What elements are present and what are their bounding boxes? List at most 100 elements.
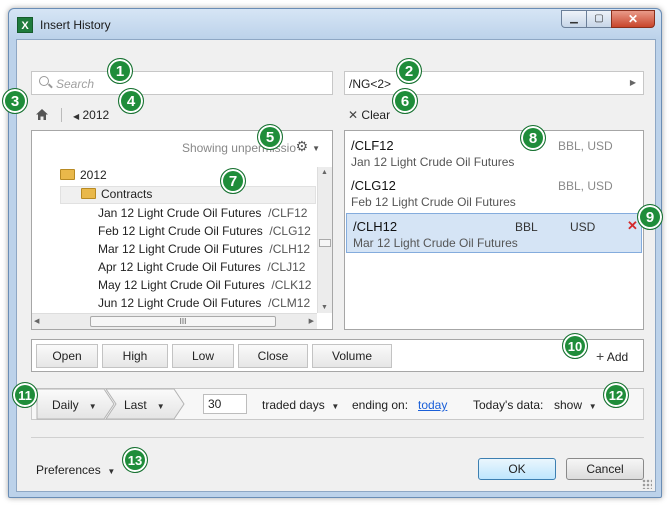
chevron-down-icon: ▼ bbox=[88, 402, 97, 411]
field-high-button[interactable]: High bbox=[102, 344, 168, 368]
count-input[interactable]: 30 bbox=[203, 394, 247, 414]
breadcrumb-year-label: 2012 bbox=[82, 108, 110, 122]
tree-row-label: 2012 bbox=[80, 168, 107, 182]
tree-item-label: Apr 12 Light Crude Oil Futures bbox=[98, 260, 261, 274]
list-item-desc: Feb 12 Light Crude Oil Futures bbox=[351, 195, 516, 209]
cancel-button[interactable]: Cancel bbox=[566, 458, 644, 480]
todays-data-value: show bbox=[554, 398, 583, 412]
frequency-value: Daily bbox=[52, 398, 79, 412]
fields-bar: Open High Low Close Volume + Add bbox=[31, 339, 644, 372]
unit-select[interactable]: BBL bbox=[515, 220, 538, 234]
chevron-down-icon: ▼ bbox=[588, 402, 597, 411]
list-item[interactable]: /CLG12 Feb 12 Light Crude Oil Futures BB… bbox=[345, 173, 643, 213]
field-close-button[interactable]: Close bbox=[238, 344, 308, 368]
list-item-ticker: /CLH12 bbox=[353, 219, 398, 234]
home-icon[interactable] bbox=[35, 102, 49, 128]
dialog-body: Search /NG<2> ▶ ◀ 2012 ✕ Clear Showing u… bbox=[16, 39, 656, 492]
tree-item[interactable]: Mar 12 Light Crude Oil Futures /CLH12 bbox=[98, 242, 310, 256]
chevron-down-icon: ▼ bbox=[331, 402, 340, 411]
currency-select[interactable]: USD bbox=[570, 220, 595, 234]
folder-icon bbox=[60, 169, 75, 180]
ending-date-link[interactable]: today bbox=[418, 398, 447, 412]
list-item-units: BBL, USD bbox=[558, 179, 613, 193]
preferences-label: Preferences bbox=[36, 463, 101, 477]
resize-grip-icon[interactable] bbox=[642, 479, 652, 489]
maximize-button[interactable]: ▢ bbox=[586, 10, 612, 28]
tree-item[interactable]: Apr 12 Light Crude Oil Futures /CLJ12 bbox=[98, 260, 305, 274]
callout-badge: 4 bbox=[118, 88, 144, 114]
tree-item-symbol: /CLK12 bbox=[271, 278, 312, 292]
add-label: Add bbox=[606, 350, 629, 364]
close-button[interactable]: ✕ bbox=[611, 10, 655, 28]
list-item-selected[interactable]: /CLH12 Mar 12 Light Crude Oil Futures BB… bbox=[346, 213, 642, 253]
clear-button[interactable]: ✕ Clear bbox=[348, 102, 390, 128]
callout-badge: 5 bbox=[257, 124, 283, 150]
nav-divider bbox=[61, 108, 62, 122]
separator bbox=[31, 437, 644, 438]
selected-symbols-list: /CLF12 Jan 12 Light Crude Oil Futures BB… bbox=[344, 130, 644, 330]
remove-icon[interactable]: ✕ bbox=[627, 218, 638, 234]
tree-folder-2012[interactable]: 2012 bbox=[60, 168, 107, 182]
list-item-desc: Mar 12 Light Crude Oil Futures bbox=[353, 236, 518, 250]
scroll-right-icon[interactable]: ▶ bbox=[309, 317, 314, 325]
minimize-button[interactable]: ▁ bbox=[561, 10, 587, 28]
symbol-input[interactable]: /NG<2> ▶ bbox=[344, 71, 644, 95]
symbol-input-value: /NG<2> bbox=[349, 77, 392, 91]
hscroll-thumb[interactable]: III bbox=[90, 316, 276, 327]
callout-badge: 6 bbox=[392, 88, 418, 114]
scroll-thumb[interactable] bbox=[319, 239, 331, 247]
tree-item-label: Mar 12 Light Crude Oil Futures bbox=[98, 242, 263, 256]
callout-badge: 7 bbox=[220, 168, 246, 194]
frequency-dropdown[interactable]: Daily ▼ bbox=[52, 398, 97, 412]
tree-item[interactable]: Jun 12 Light Crude Oil Futures /CLM12 bbox=[98, 296, 310, 310]
anchor-dropdown[interactable]: Last ▼ bbox=[124, 398, 165, 412]
todays-data-dropdown[interactable]: show ▼ bbox=[554, 398, 597, 412]
excel-icon: X bbox=[17, 17, 33, 33]
search-input[interactable]: Search bbox=[31, 71, 333, 95]
tree-item-symbol: /CLF12 bbox=[268, 206, 308, 220]
field-low-button[interactable]: Low bbox=[172, 344, 234, 368]
callout-badge: 11 bbox=[12, 382, 38, 408]
breadcrumb-year[interactable]: ◀ 2012 bbox=[73, 102, 109, 128]
symbol-dropdown-icon[interactable]: ▶ bbox=[630, 78, 636, 87]
callout-badge: 3 bbox=[2, 88, 28, 114]
scroll-up-icon[interactable]: ▲ bbox=[321, 169, 328, 176]
add-field-button[interactable]: + Add bbox=[596, 348, 628, 364]
tree-item[interactable]: May 12 Light Crude Oil Futures /CLK12 bbox=[98, 278, 311, 292]
vertical-scrollbar[interactable]: ▲ ▼ bbox=[317, 167, 332, 313]
plus-icon: + bbox=[596, 348, 605, 364]
tree-item-symbol: /CLG12 bbox=[269, 224, 311, 238]
tree-panel: Showing unpermissio ⚙ ▼ 2012 Contracts J… bbox=[31, 130, 333, 330]
title-bar[interactable]: X Insert History ▁ ▢ ✕ bbox=[9, 9, 661, 39]
tree-item-symbol: /CLH12 bbox=[269, 242, 311, 256]
field-open-button[interactable]: Open bbox=[36, 344, 98, 368]
callout-badge: 10 bbox=[562, 333, 588, 359]
scroll-down-icon[interactable]: ▼ bbox=[321, 304, 328, 311]
ok-button[interactable]: OK bbox=[478, 458, 556, 480]
tree-item-label: May 12 Light Crude Oil Futures bbox=[98, 278, 265, 292]
insert-history-window: X Insert History ▁ ▢ ✕ Search /NG<2> ▶ ◀… bbox=[8, 8, 662, 498]
list-item-units: BBL, USD bbox=[558, 139, 613, 153]
period-bar: Daily ▼ Last ▼ 30 traded days ▼ ending o… bbox=[31, 388, 644, 420]
chevron-down-icon: ▼ bbox=[156, 402, 165, 411]
callout-badge: 9 bbox=[637, 204, 663, 230]
tree-folder-contracts[interactable]: Contracts bbox=[60, 186, 316, 204]
gear-icon[interactable]: ⚙ ▼ bbox=[296, 138, 320, 155]
callout-badge: 13 bbox=[122, 447, 148, 473]
tree-item-label: Jun 12 Light Crude Oil Futures bbox=[98, 296, 262, 310]
unit-dropdown[interactable]: traded days ▼ bbox=[262, 398, 339, 412]
tree-item[interactable]: Feb 12 Light Crude Oil Futures /CLG12 bbox=[98, 224, 311, 238]
horizontal-scrollbar[interactable]: ◀ III ▶ bbox=[32, 313, 317, 329]
todays-data-label: Today's data: bbox=[473, 398, 544, 412]
tree-item-label: Feb 12 Light Crude Oil Futures bbox=[98, 224, 263, 238]
tree-row-label: Contracts bbox=[101, 187, 153, 201]
field-volume-button[interactable]: Volume bbox=[312, 344, 392, 368]
folder-icon bbox=[81, 188, 96, 199]
list-item-ticker: /CLF12 bbox=[351, 138, 394, 153]
tree-item[interactable]: Jan 12 Light Crude Oil Futures /CLF12 bbox=[98, 206, 307, 220]
scroll-left-icon[interactable]: ◀ bbox=[34, 317, 39, 325]
preferences-dropdown[interactable]: Preferences ▼ bbox=[36, 463, 115, 477]
list-item[interactable]: /CLF12 Jan 12 Light Crude Oil Futures BB… bbox=[345, 133, 643, 173]
list-item-desc: Jan 12 Light Crude Oil Futures bbox=[351, 155, 515, 169]
search-placeholder: Search bbox=[56, 77, 95, 91]
